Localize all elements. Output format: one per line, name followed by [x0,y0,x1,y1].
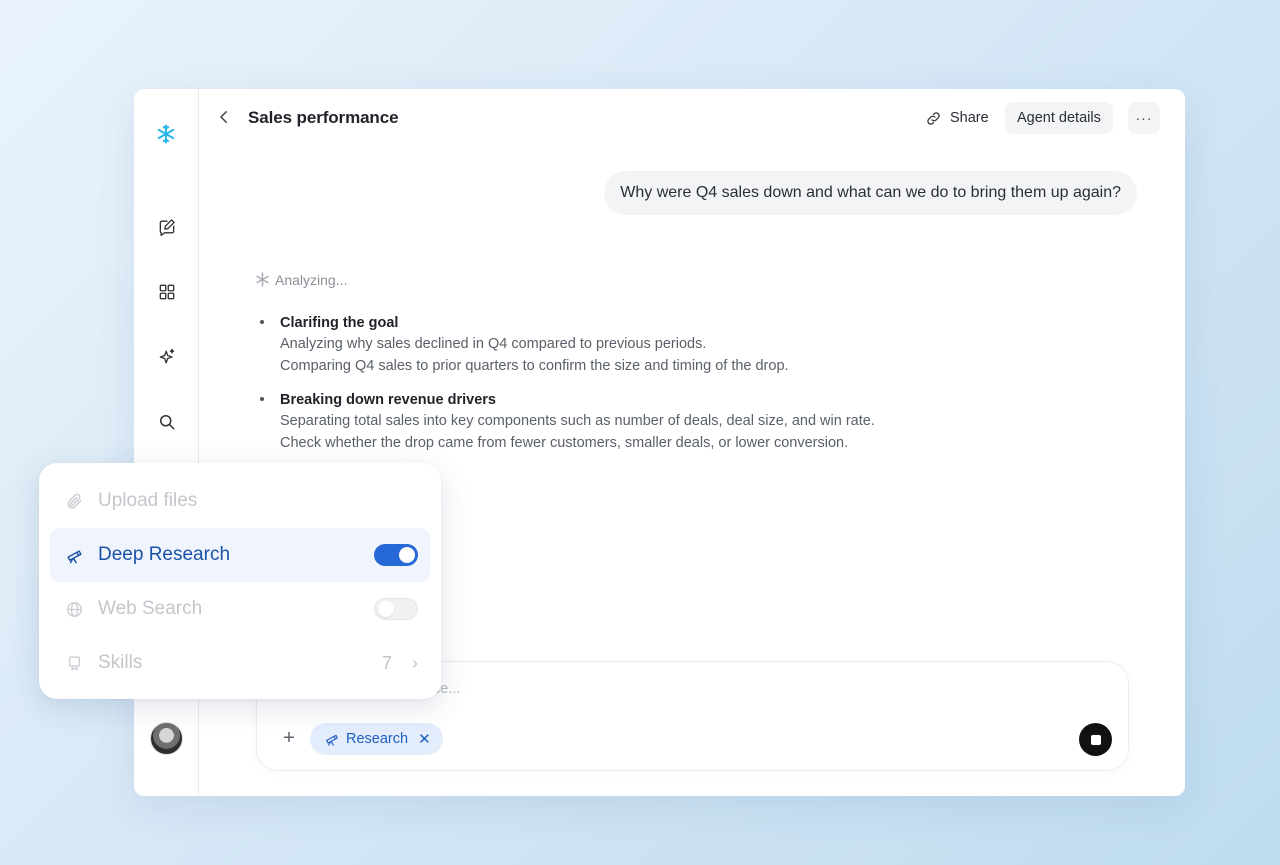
step-line: Separating total sales into key componen… [280,413,875,429]
step-line: Comparing Q4 sales to prior quarters to … [280,358,789,374]
web-search-label: Web Search [98,598,203,619]
share-button[interactable]: Share [919,103,995,133]
analysis-steps: Clarifing the goal Analyzing why sales d… [258,313,958,467]
step-title: Clarifing the goal [280,315,399,331]
upload-files-label: Upload files [98,490,198,511]
upload-files-item[interactable]: Upload files [50,474,430,528]
sparkle-icon[interactable] [154,344,180,370]
step-line: Check whether the drop came from fewer c… [280,435,849,451]
web-search-toggle[interactable] [374,598,418,620]
telescope-icon [64,545,84,565]
chip-label: Research [346,731,409,747]
back-chevron-icon[interactable] [215,108,233,126]
snowflake-spinner-icon [256,272,269,287]
add-attachment-button[interactable]: + [279,727,299,749]
web-search-item[interactable]: Web Search [50,582,430,636]
list-item: Breaking down revenue drivers Separating… [258,390,958,454]
chevron-right-icon: › [412,652,418,673]
telescope-icon [326,734,338,746]
analyzing-label: Analyzing... [275,271,348,288]
search-icon[interactable] [154,409,180,435]
skills-label: Skills [98,652,143,673]
list-item: Clarifing the goal Analyzing why sales d… [258,313,958,377]
more-options-button[interactable]: ··· [1128,102,1160,134]
share-label: Share [950,110,989,126]
agent-details-button[interactable]: Agent details [1005,102,1113,134]
analyzing-status: Analyzing... [254,271,347,288]
deep-research-item[interactable]: Deep Research [50,528,430,582]
globe-icon [64,599,84,619]
step-title: Breaking down revenue drivers [280,392,496,408]
chip-close-icon[interactable]: ✕ [418,730,431,748]
paperclip-icon [64,491,84,511]
user-avatar[interactable] [150,722,183,755]
deep-research-label: Deep Research [98,544,231,565]
skills-item[interactable]: Skills 7 › [50,636,430,690]
tools-menu: Upload files Deep Research Web Search Sk… [39,463,441,699]
stop-button[interactable] [1079,723,1112,756]
page-title: Sales performance [248,108,399,127]
skills-icon [64,653,84,673]
step-line: Analyzing why sales declined in Q4 compa… [280,336,707,352]
top-bar: Sales performance Share Agent details ··… [199,89,1185,147]
new-chat-icon[interactable] [154,214,180,240]
grid-icon[interactable] [154,279,180,305]
research-chip[interactable]: Research ✕ [310,723,443,755]
stop-square-icon [1090,734,1101,745]
user-message-bubble: Why were Q4 sales down and what can we d… [604,171,1137,215]
link-icon [927,111,940,125]
deep-research-toggle[interactable] [374,544,418,566]
skills-count: 7 [381,652,392,673]
snowflake-logo-icon[interactable] [153,121,179,147]
